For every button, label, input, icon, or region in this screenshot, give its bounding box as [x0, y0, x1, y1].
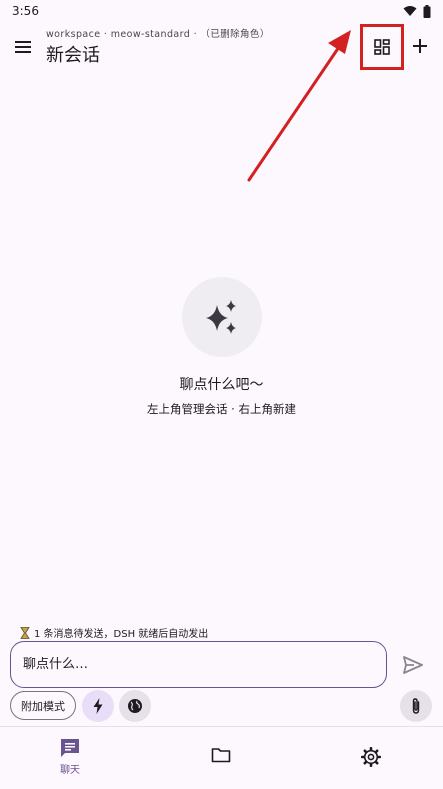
message-input[interactable] [23, 657, 374, 672]
empty-state-icon [182, 277, 262, 357]
paperclip-icon [412, 698, 420, 714]
message-input-box[interactable] [10, 641, 387, 688]
page-title: 新会话 [46, 45, 100, 66]
menu-icon [15, 41, 31, 53]
dashboard-button[interactable] [360, 24, 404, 70]
nav-item-chat[interactable]: 聊天 [40, 727, 100, 789]
empty-state-hint: 左上角管理会话 · 右上角新建 [147, 402, 296, 416]
web-search-button[interactable] [119, 690, 151, 722]
session-subtitle: workspace · meow-standard · （已删除角色） [46, 29, 270, 40]
wifi-icon [403, 6, 417, 16]
menu-button[interactable] [10, 34, 36, 60]
sparkles-icon [206, 300, 236, 334]
status-bar: 3:56 [0, 0, 443, 22]
status-time: 3:56 [12, 4, 39, 18]
chat-icon [61, 739, 79, 757]
gear-icon [361, 747, 381, 767]
hourglass-icon [20, 626, 30, 639]
nav-item-files[interactable] [200, 727, 242, 789]
folder-icon [211, 748, 231, 763]
send-button[interactable] [400, 652, 426, 678]
plus-icon [413, 39, 427, 53]
queue-status: 1 条消息待发送，DSH 就绪后自动发出 [20, 625, 208, 640]
bolt-icon [93, 698, 103, 714]
status-icons [403, 4, 431, 18]
quick-mode-button[interactable] [82, 690, 114, 722]
attach-file-button[interactable] [400, 690, 432, 722]
empty-state-title: 聊点什么吧～ [179, 377, 264, 393]
battery-icon [423, 4, 431, 18]
new-session-button[interactable] [406, 32, 434, 60]
attach-mode-chip[interactable]: 附加模式 [10, 691, 76, 720]
send-icon [403, 656, 423, 674]
queue-status-text: 1 条消息待发送，DSH 就绪后自动发出 [34, 629, 209, 640]
globe-icon [128, 699, 142, 713]
app-bar: workspace · meow-standard · （已删除角色） 新会话 [0, 22, 443, 74]
nav-item-chat-label: 聊天 [60, 765, 80, 776]
nav-item-settings[interactable] [350, 727, 392, 789]
dashboard-icon [374, 39, 390, 55]
bottom-nav: 聊天 [0, 727, 443, 789]
